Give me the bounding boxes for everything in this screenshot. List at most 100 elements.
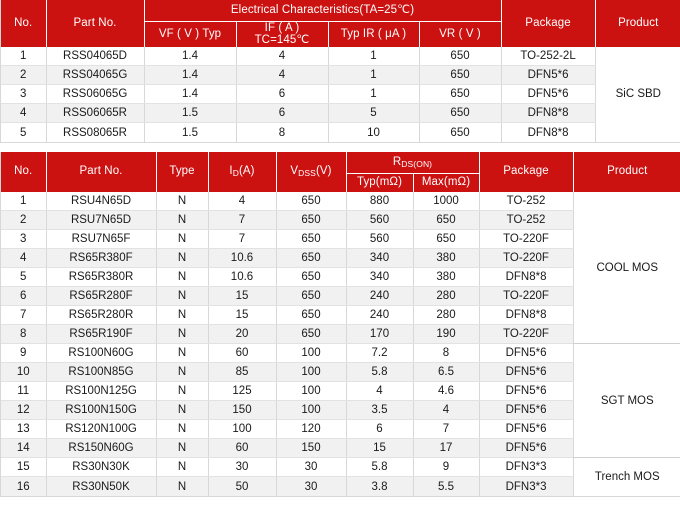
cell-part_no: RSU4N65D — [46, 191, 157, 212]
cell-id: 7 — [208, 210, 277, 231]
cell-package: TO-252-2L — [501, 46, 596, 67]
cell-no: 10 — [1, 362, 47, 383]
cell-id: 15 — [208, 286, 277, 307]
cell-part_no: RSS04065G — [46, 65, 145, 86]
col-header-rds-on: RDS(ON) — [346, 151, 480, 175]
col-header-type: Type — [156, 151, 209, 192]
col-header-rds-max: Max(mΩ) — [413, 173, 480, 192]
mosfet-table-wrapper: No. Part No. Type ID(A) VDSS(V) RDS(ON) … — [0, 151, 680, 497]
cell-max: 4 — [413, 400, 480, 421]
mosfet-table-body: 1 RSU4N65D N 4 650 880 1000 TO-252 COOL MOS 2 RSU7… — [1, 191, 680, 496]
col-header-vr: VR ( V ) — [419, 21, 502, 47]
cell-if: 6 — [236, 103, 329, 124]
cell-product-group: COOL MOS — [573, 191, 680, 345]
cell-vdss: 120 — [276, 419, 347, 440]
cell-no: 4 — [1, 248, 47, 269]
col-header-electrical-characteristics: Electrical Characteristics(TA=25℃) — [144, 0, 502, 22]
cell-no: 5 — [1, 267, 47, 288]
cell-typ: 340 — [346, 248, 414, 269]
col-header-product: Product — [595, 0, 680, 47]
col-header-vdss: VDSS(V) — [276, 151, 347, 192]
col-header-id-unit: (A) — [238, 165, 255, 178]
cell-if: 4 — [236, 46, 329, 67]
cell-if: 4 — [236, 65, 329, 86]
cell-max: 650 — [413, 210, 480, 231]
col-header-no: No. — [1, 151, 47, 192]
cell-no: 3 — [1, 229, 47, 250]
cell-no: 1 — [1, 46, 47, 67]
cell-id: 125 — [208, 381, 277, 402]
cell-part_no: RS30N30K — [46, 457, 157, 478]
cell-no: 7 — [1, 305, 47, 326]
cell-max: 4.6 — [413, 381, 480, 402]
col-header-rds-typ: Typ(mΩ) — [346, 173, 414, 192]
cell-part_no: RS120N100G — [46, 419, 157, 440]
cell-max: 9 — [413, 457, 480, 478]
mosfet-table: No. Part No. Type ID(A) VDSS(V) RDS(ON) … — [1, 151, 680, 496]
cell-part_no: RS65R380F — [46, 248, 157, 269]
cell-no: 13 — [1, 419, 47, 440]
cell-vr: 650 — [419, 122, 502, 142]
cell-no: 9 — [1, 343, 47, 364]
cell-vdss: 650 — [276, 210, 347, 231]
cell-if: 6 — [236, 84, 329, 105]
cell-id: 60 — [208, 438, 277, 459]
cell-max: 1000 — [413, 191, 480, 212]
cell-max: 17 — [413, 438, 480, 459]
cell-no: 8 — [1, 324, 47, 345]
cell-ir: 1 — [328, 84, 420, 105]
cell-vdss: 650 — [276, 191, 347, 212]
cell-id: 150 — [208, 400, 277, 421]
table-row: 9 RS100N60G N 60 100 7.2 8 DFN5*6 SGT MOS — [1, 343, 680, 459]
cell-vdss: 100 — [276, 343, 347, 364]
col-header-vdss-sub: DSS — [298, 168, 316, 179]
cell-typ: 560 — [346, 229, 414, 250]
cell-typ: 7.2 — [346, 343, 414, 364]
cell-vdss: 100 — [276, 381, 347, 402]
cell-package: DFN3*3 — [479, 476, 574, 496]
cell-typ: 3.5 — [346, 400, 414, 421]
cell-package: DFN3*3 — [479, 457, 574, 478]
cell-ir: 5 — [328, 103, 420, 124]
cell-id: 10.6 — [208, 267, 277, 288]
cell-vdss: 650 — [276, 286, 347, 307]
cell-max: 380 — [413, 267, 480, 288]
cell-id: 50 — [208, 476, 277, 496]
cell-vf: 1.5 — [144, 103, 237, 124]
cell-id: 10.6 — [208, 248, 277, 269]
col-header-if-line1: IF ( A ) — [264, 21, 300, 34]
cell-package: TO-220F — [479, 248, 574, 269]
cell-type: N — [156, 286, 209, 307]
table-row: 2 RSS04065G 1.4 4 1 650 DFN5*6 — [1, 65, 680, 86]
cell-type: N — [156, 343, 209, 364]
cell-id: 20 — [208, 324, 277, 345]
cell-type: N — [156, 476, 209, 496]
table-row: 4 RSS06065R 1.5 6 5 650 DFN8*8 — [1, 103, 680, 124]
col-header-if-line2: TC=145℃ — [254, 34, 310, 47]
cell-id: 60 — [208, 343, 277, 364]
cell-typ: 15 — [346, 438, 414, 459]
cell-part_no: RSS06065R — [46, 103, 145, 124]
cell-part_no: RS100N85G — [46, 362, 157, 383]
cell-max: 280 — [413, 305, 480, 326]
sic-sbd-table: No. Part No. Electrical Characteristics(… — [1, 0, 680, 142]
cell-no: 12 — [1, 400, 47, 421]
cell-ir: 10 — [328, 122, 420, 142]
sic-sbd-table-body: 1 RSS04065D 1.4 4 1 650 TO-252-2L SiC SBD 2 RSS04… — [1, 46, 680, 142]
cell-vdss: 100 — [276, 400, 347, 421]
cell-vf: 1.4 — [144, 46, 237, 67]
table2-header-row-group: No. Part No. Type ID(A) VDSS(V) RDS(ON) … — [1, 151, 680, 192]
cell-product-group: SGT MOS — [573, 343, 680, 459]
col-header-vf: VF ( V ) Typ — [144, 21, 237, 47]
cell-typ: 3.8 — [346, 476, 414, 496]
cell-product-group: Trench MOS — [573, 457, 680, 496]
cell-vf: 1.5 — [144, 122, 237, 142]
cell-package: DFN5*6 — [479, 362, 574, 383]
spec-sheet-page: No. Part No. Electrical Characteristics(… — [0, 0, 680, 524]
cell-id: 15 — [208, 305, 277, 326]
cell-type: N — [156, 438, 209, 459]
cell-package: TO-220F — [479, 229, 574, 250]
cell-id: 85 — [208, 362, 277, 383]
col-header-package: Package — [501, 0, 596, 47]
cell-type: N — [156, 362, 209, 383]
